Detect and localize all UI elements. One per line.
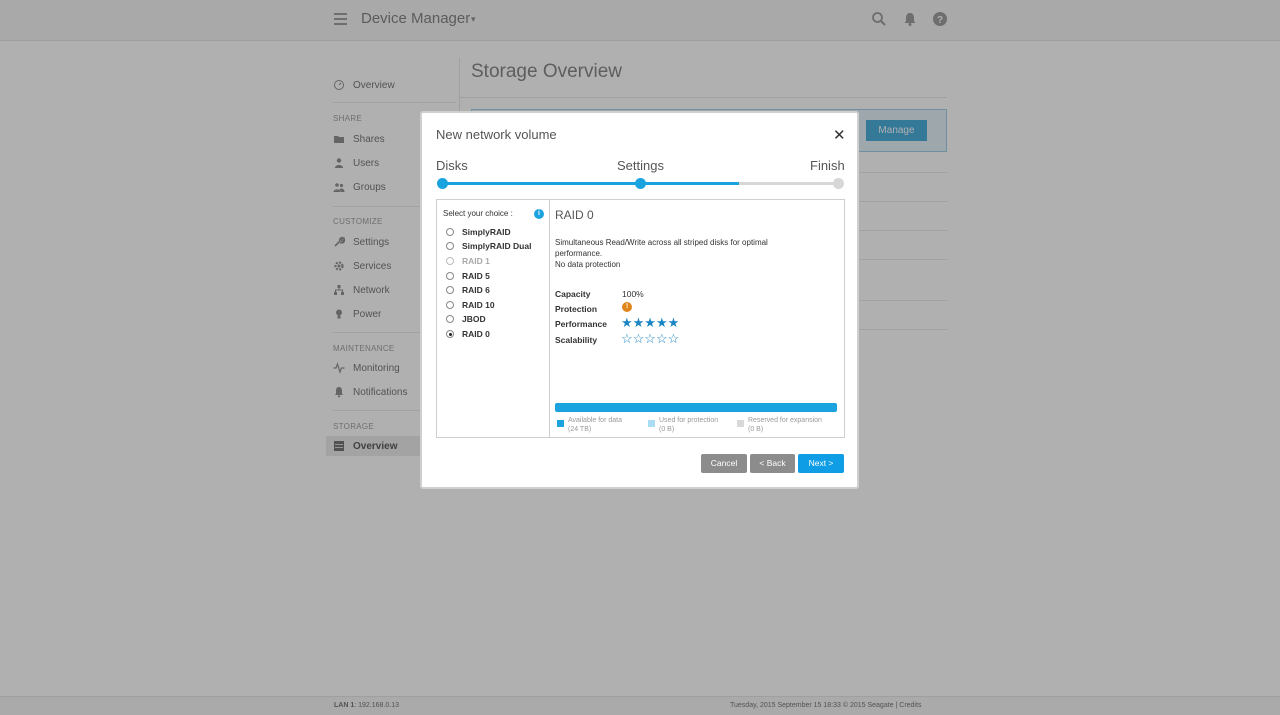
step-settings: Settings bbox=[617, 158, 664, 173]
raid-option-label: SimplyRAID Dual bbox=[462, 241, 532, 251]
legend-title: Used for protection bbox=[659, 417, 719, 424]
radio-button[interactable] bbox=[446, 272, 454, 280]
raid-detail: RAID 0 Simultaneous Read/Write across al… bbox=[555, 200, 845, 437]
capacity-usage-bar bbox=[555, 403, 837, 412]
dialog-title: New network volume bbox=[436, 127, 557, 142]
radio-button[interactable] bbox=[446, 286, 454, 294]
capacity-label: Capacity bbox=[555, 289, 591, 299]
legend-title: Available for data bbox=[568, 417, 622, 424]
info-icon[interactable]: i bbox=[534, 209, 544, 219]
raid-option[interactable]: RAID 10 bbox=[446, 299, 495, 311]
raid-option-label: RAID 6 bbox=[462, 285, 490, 295]
choices-header: Select your choice : bbox=[443, 209, 513, 218]
raid-option[interactable]: RAID 5 bbox=[446, 270, 490, 282]
raid-option[interactable]: SimplyRAID Dual bbox=[446, 240, 531, 252]
scalability-star-rating: ☆☆☆☆☆ bbox=[621, 331, 680, 346]
legend-swatch-protection bbox=[648, 420, 655, 427]
step-finish: Finish bbox=[810, 158, 845, 173]
next-button[interactable]: Next > bbox=[798, 454, 844, 473]
raid-option[interactable]: SimplyRAID bbox=[446, 226, 511, 238]
close-icon[interactable]: ✕ bbox=[833, 126, 846, 144]
legend-text: Reserved for expansion (0 B) bbox=[748, 416, 822, 434]
radio-button bbox=[446, 257, 454, 265]
radio-button[interactable] bbox=[446, 242, 454, 250]
raid-option-label: SimplyRAID bbox=[462, 227, 511, 237]
legend-value: (0 B) bbox=[659, 426, 675, 433]
raid-description-line: Simultaneous Read/Write across all strip… bbox=[555, 238, 768, 258]
raid-option-label: JBOD bbox=[462, 314, 486, 324]
legend-value: (24 TB) bbox=[568, 426, 592, 433]
raid-option[interactable]: JBOD bbox=[446, 313, 486, 325]
wizard-progress-remaining bbox=[739, 182, 839, 185]
raid-option-label: RAID 0 bbox=[462, 329, 490, 339]
cancel-button[interactable]: Cancel bbox=[701, 454, 747, 473]
step-dot-settings bbox=[635, 178, 646, 189]
legend-text: Used for protection (0 B) bbox=[659, 416, 718, 434]
step-dot-finish bbox=[833, 178, 844, 189]
wizard-progress-filled bbox=[442, 182, 739, 185]
raid-option[interactable]: RAID 6 bbox=[446, 284, 490, 296]
new-volume-dialog: New network volume ✕ Disks Settings Fini… bbox=[420, 111, 859, 489]
raid-option-label: RAID 1 bbox=[462, 256, 490, 266]
legend-swatch-reserved bbox=[737, 420, 744, 427]
radio-button[interactable] bbox=[446, 301, 454, 309]
raid-option-label: RAID 5 bbox=[462, 271, 490, 281]
performance-label: Performance bbox=[555, 319, 607, 329]
legend-swatch-available bbox=[557, 420, 564, 427]
raid-choice-list: Select your choice : i SimplyRAID Simply… bbox=[437, 200, 550, 437]
legend-value: (0 B) bbox=[748, 426, 764, 433]
scalability-label: Scalability bbox=[555, 335, 598, 345]
raid-option: RAID 1 bbox=[446, 255, 490, 267]
radio-button-selected[interactable] bbox=[446, 330, 454, 338]
raid-option-label: RAID 10 bbox=[462, 300, 495, 310]
performance-star-rating: ★★★★★ bbox=[621, 315, 680, 330]
radio-button[interactable] bbox=[446, 315, 454, 323]
step-dot-disks bbox=[437, 178, 448, 189]
raid-option-selected[interactable]: RAID 0 bbox=[446, 328, 490, 340]
legend-text: Available for data (24 TB) bbox=[568, 416, 622, 434]
raid-description-line: No data protection bbox=[555, 260, 621, 269]
warning-icon: ! bbox=[622, 302, 632, 312]
protection-label: Protection bbox=[555, 304, 598, 314]
capacity-value: 100% bbox=[622, 289, 644, 299]
raid-settings-panel: Select your choice : i SimplyRAID Simply… bbox=[436, 199, 845, 438]
raid-description: Simultaneous Read/Write across all strip… bbox=[555, 237, 800, 270]
step-disks: Disks bbox=[436, 158, 468, 173]
legend-title: Reserved for expansion bbox=[748, 417, 822, 424]
raid-detail-title: RAID 0 bbox=[555, 208, 594, 222]
back-button[interactable]: < Back bbox=[750, 454, 795, 473]
radio-button[interactable] bbox=[446, 228, 454, 236]
